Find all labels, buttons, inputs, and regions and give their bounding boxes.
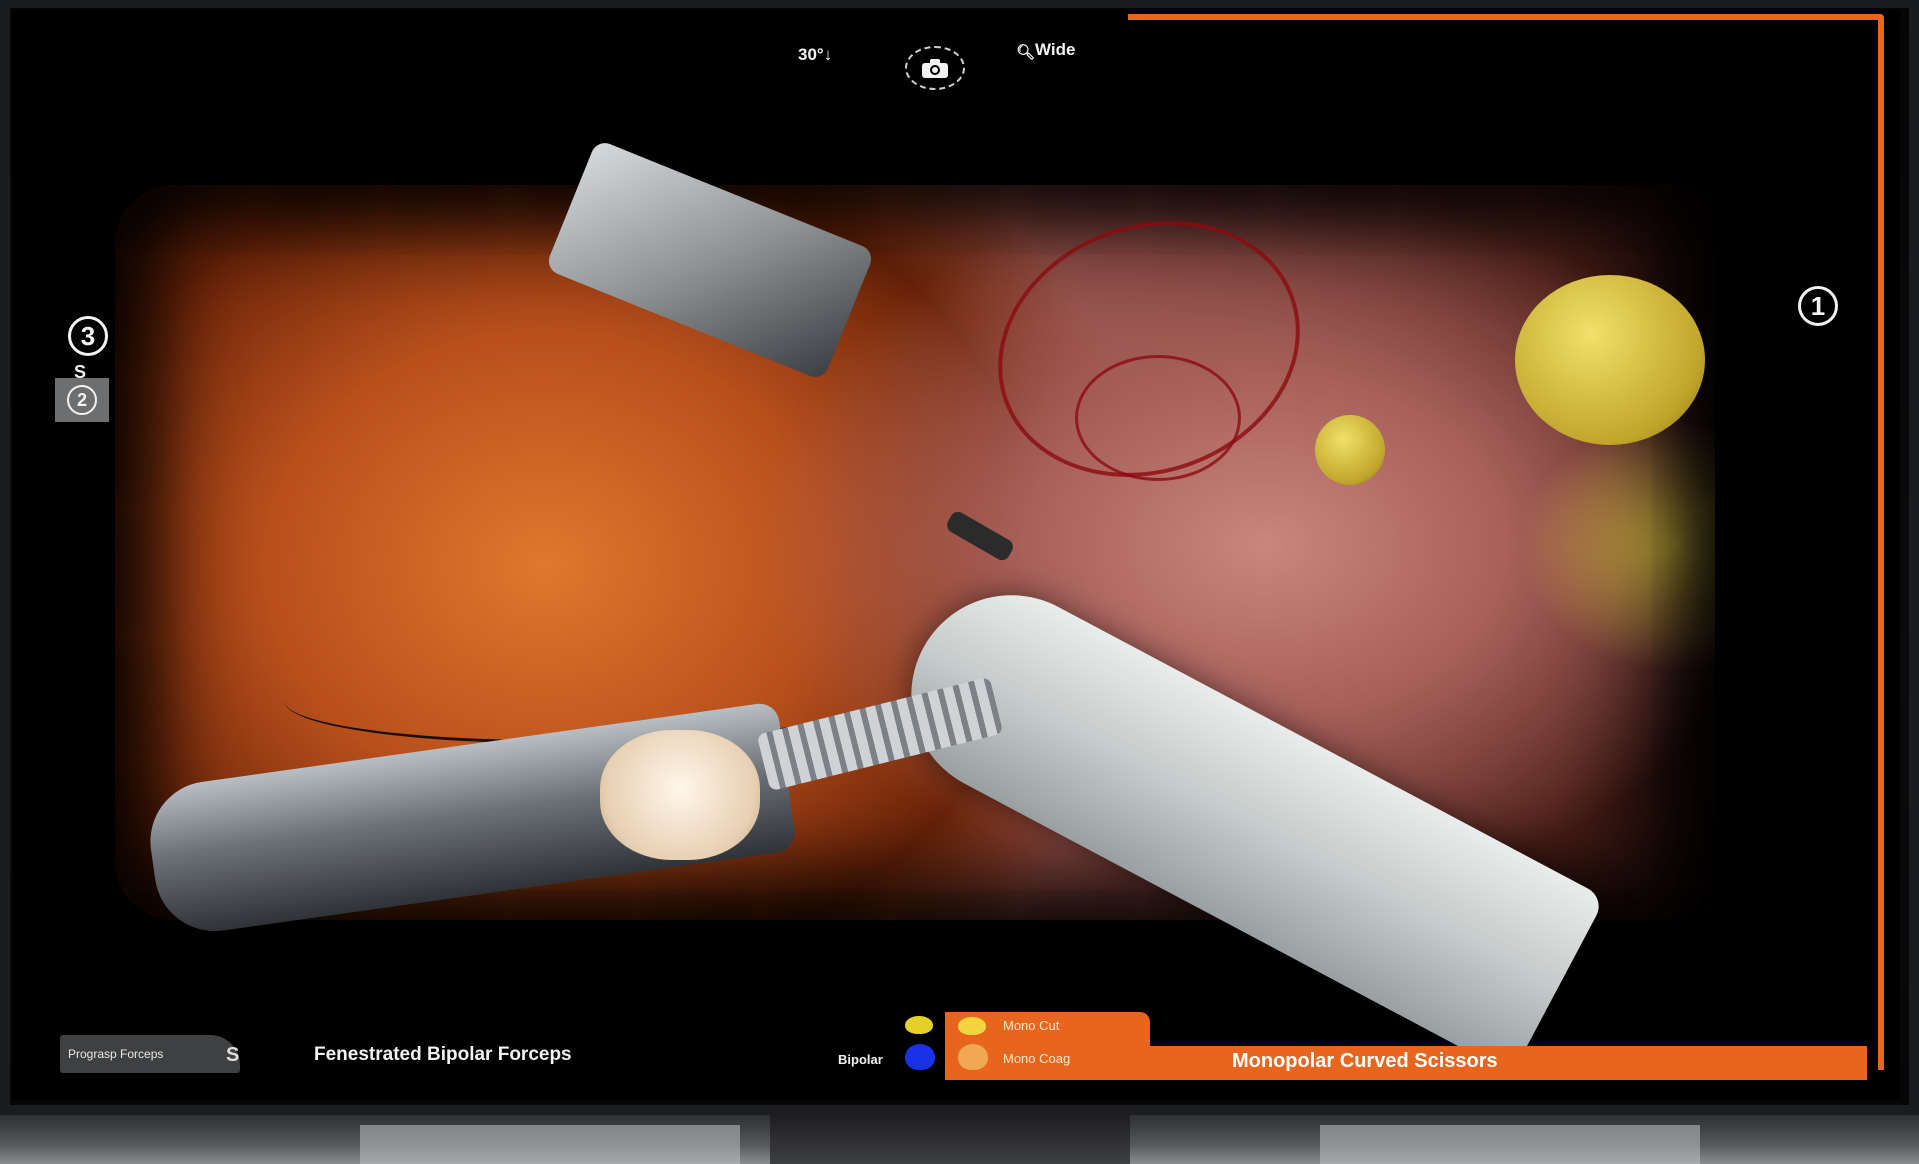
- monitor-stand: [770, 1110, 1130, 1164]
- monitor-frame: [0, 0, 1919, 1115]
- desk-object: [360, 1125, 740, 1164]
- desk-object: [1320, 1125, 1700, 1164]
